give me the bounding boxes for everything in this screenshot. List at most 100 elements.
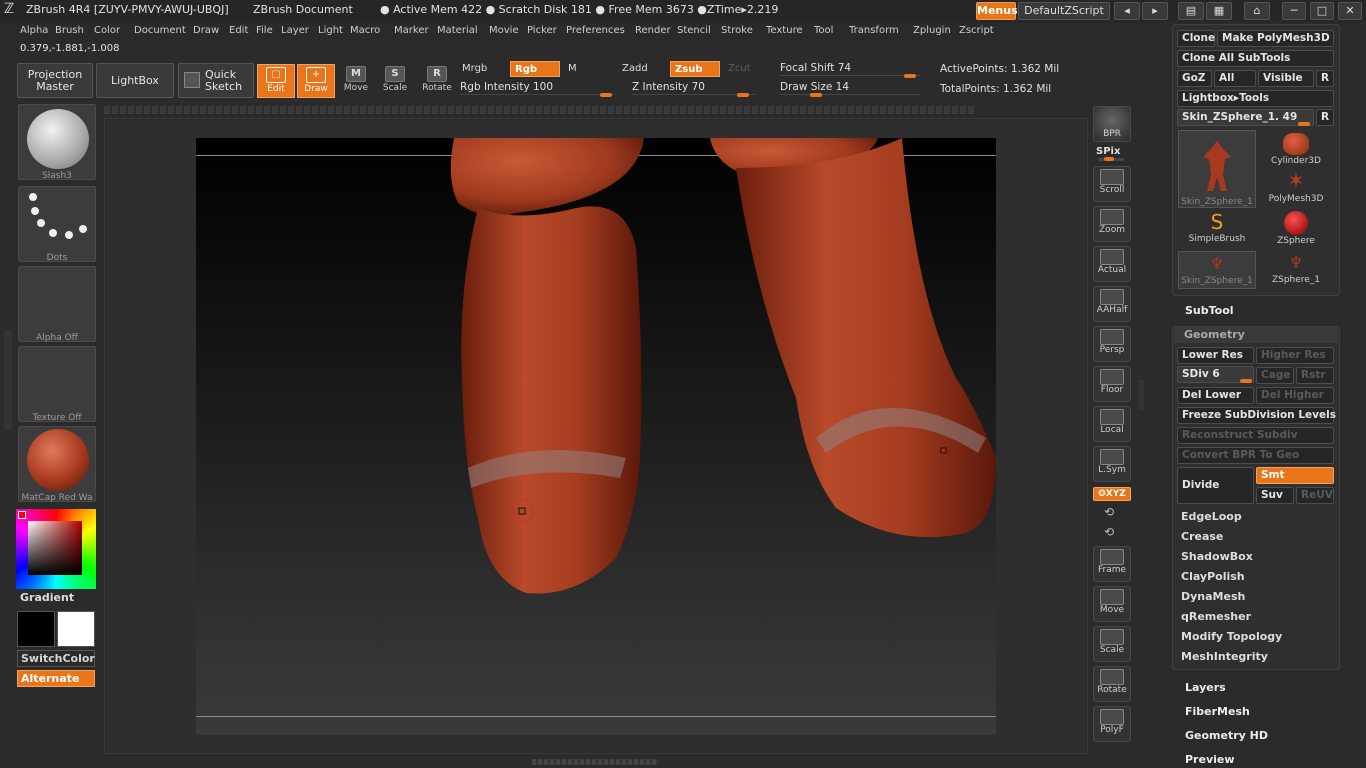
gradient-label[interactable]: Gradient — [20, 591, 74, 604]
menus-button[interactable]: Menus — [976, 2, 1018, 20]
lock-icon[interactable]: ⌂ — [1244, 2, 1270, 20]
edit-button[interactable]: ▢ Edit — [257, 64, 295, 98]
brush-thumbnail[interactable]: Slash3 — [18, 104, 96, 181]
scroll-button[interactable]: Scroll — [1093, 166, 1131, 202]
menu-brush[interactable]: Brush — [55, 25, 84, 36]
menu-draw[interactable]: Draw — [193, 25, 219, 36]
lsym-button[interactable]: L.Sym — [1093, 446, 1131, 482]
m-button[interactable]: M — [564, 61, 612, 77]
spix-label[interactable]: SPix — [1096, 146, 1120, 157]
cage-button[interactable]: Cage — [1256, 367, 1294, 384]
lightbox-button[interactable]: LightBox — [96, 63, 174, 98]
make-polymesh-button[interactable]: Make PolyMesh3D — [1217, 30, 1334, 47]
menu-layer[interactable]: Layer — [281, 25, 309, 36]
ui-icon[interactable]: ▦ — [1206, 2, 1232, 20]
z-intensity-knob[interactable] — [737, 93, 749, 97]
preview-header[interactable]: Preview — [1185, 753, 1235, 766]
menu-color[interactable]: Color — [94, 25, 120, 36]
sdiv-slider[interactable]: SDiv 6 — [1177, 366, 1254, 383]
suv-button[interactable]: Suv — [1256, 487, 1294, 504]
sdiv-knob[interactable] — [1240, 379, 1252, 383]
menu-macro[interactable]: Macro — [350, 25, 380, 36]
lower-res-button[interactable]: Lower Res — [1177, 347, 1254, 364]
reconstruct-subdiv-button[interactable]: Reconstruct Subdiv — [1177, 427, 1334, 444]
tool-tile-zsphere[interactable]: ZSphere — [1257, 210, 1335, 248]
modify-topology-item[interactable]: Modify Topology — [1181, 630, 1282, 643]
draw-size-knob[interactable] — [810, 93, 822, 97]
menu-render[interactable]: Render — [635, 25, 671, 36]
dynamesh-item[interactable]: DynaMesh — [1181, 590, 1245, 603]
geometry-header[interactable]: Geometry — [1174, 327, 1338, 343]
menu-zplugin[interactable]: Zplugin — [913, 25, 951, 36]
mrgb-button[interactable]: Mrgb — [458, 61, 506, 77]
zadd-button[interactable]: Zadd — [618, 61, 666, 77]
clone-button[interactable]: Clone — [1177, 30, 1215, 47]
right-tray-handle[interactable] — [1138, 380, 1144, 410]
goz-all-button[interactable]: All — [1214, 70, 1256, 87]
tool-tile-skin-zsphere[interactable]: Skin_ZSphere_1 — [1178, 130, 1256, 208]
goz-button[interactable]: GoZ — [1177, 70, 1212, 87]
menu-texture[interactable]: Texture — [766, 25, 803, 36]
shelf-right-icon[interactable]: ▸ — [1142, 2, 1168, 20]
rgb-intensity-slider[interactable]: Rgb Intensity 100 — [460, 81, 615, 97]
main-color-swatch[interactable] — [17, 611, 55, 647]
zoom-button[interactable]: Zoom — [1093, 206, 1131, 242]
current-tool-knob[interactable] — [1298, 122, 1310, 126]
projection-master-button[interactable]: Projection Master — [17, 63, 93, 98]
crease-item[interactable]: Crease — [1181, 530, 1223, 543]
layers-header[interactable]: Layers — [1185, 681, 1226, 694]
document-canvas[interactable] — [196, 138, 996, 735]
reuv-button[interactable]: ReUV — [1296, 487, 1334, 504]
tool-tile-zsphere-1[interactable]: ♆ ZSphere_1 — [1257, 251, 1335, 289]
edgeloop-item[interactable]: EdgeLoop — [1181, 510, 1242, 523]
draw-button[interactable]: + Draw — [297, 64, 335, 98]
alpha-thumbnail[interactable]: Alpha Off — [18, 266, 96, 343]
aahalf-button[interactable]: AAHalf — [1093, 286, 1131, 322]
color-picker[interactable] — [16, 509, 96, 589]
meshintegrity-item[interactable]: MeshIntegrity — [1181, 650, 1268, 663]
secondary-color-swatch[interactable] — [57, 611, 95, 647]
tool-tile-simplebrush[interactable]: S SimpleBrush — [1178, 210, 1256, 248]
floor-button[interactable]: Floor — [1093, 366, 1131, 402]
close-icon[interactable]: ✕ — [1338, 2, 1362, 20]
menu-file[interactable]: File — [256, 25, 273, 36]
rotate-button[interactable]: R Rotate — [418, 64, 456, 98]
tool-tile-skin-zsphere-2[interactable]: ♆ Skin_ZSphere_1 — [1178, 251, 1256, 289]
layout-icon[interactable]: ▤ — [1178, 2, 1204, 20]
subtool-header[interactable]: SubTool — [1185, 304, 1234, 317]
menu-document[interactable]: Document — [134, 25, 186, 36]
zsub-button[interactable]: Zsub — [670, 61, 720, 77]
zcut-button[interactable]: Zcut — [724, 61, 772, 77]
frame-button[interactable]: Frame — [1093, 546, 1131, 582]
material-thumbnail[interactable]: MatCap Red Wa — [18, 426, 96, 503]
menu-transform[interactable]: Transform — [849, 25, 899, 36]
move-button[interactable]: M Move — [337, 64, 375, 98]
texture-thumbnail[interactable]: Texture Off — [18, 346, 96, 423]
focal-shift-knob[interactable] — [904, 74, 916, 78]
rotate-y-icon[interactable]: ⟲ — [1104, 505, 1114, 519]
left-tray-handle[interactable] — [4, 330, 12, 430]
scale-view-button[interactable]: Scale — [1093, 626, 1131, 662]
rgb-button[interactable]: Rgb — [510, 61, 560, 77]
menu-stencil[interactable]: Stencil — [677, 25, 711, 36]
rotate-view-button[interactable]: Rotate — [1093, 666, 1131, 702]
focal-shift-slider[interactable]: Focal Shift 74 — [780, 62, 920, 78]
rstr-button[interactable]: Rstr — [1296, 367, 1334, 384]
polyf-button[interactable]: PolyF — [1093, 706, 1131, 742]
color-square[interactable] — [28, 521, 82, 575]
convert-bpr-button[interactable]: Convert BPR To Geo — [1177, 447, 1334, 464]
tool-tile-polymesh3d[interactable]: ✶ PolyMesh3D — [1257, 170, 1335, 208]
rgb-intensity-knob[interactable] — [600, 93, 612, 97]
bpr-button[interactable]: BPR — [1093, 106, 1131, 142]
higher-res-button[interactable]: Higher Res — [1256, 347, 1334, 364]
menu-material[interactable]: Material — [437, 25, 478, 36]
menu-zscript[interactable]: Zscript — [959, 25, 994, 36]
spix-knob[interactable] — [1104, 157, 1114, 161]
smt-button[interactable]: Smt — [1256, 467, 1334, 484]
draw-size-slider[interactable]: Draw Size 14 — [780, 81, 920, 97]
sculpt-model[interactable] — [196, 138, 996, 735]
freeze-subdivision-button[interactable]: Freeze SubDivision Levels — [1177, 407, 1336, 424]
menu-picker[interactable]: Picker — [527, 25, 557, 36]
divide-button[interactable]: Divide — [1177, 467, 1254, 504]
local-button[interactable]: Local — [1093, 406, 1131, 442]
